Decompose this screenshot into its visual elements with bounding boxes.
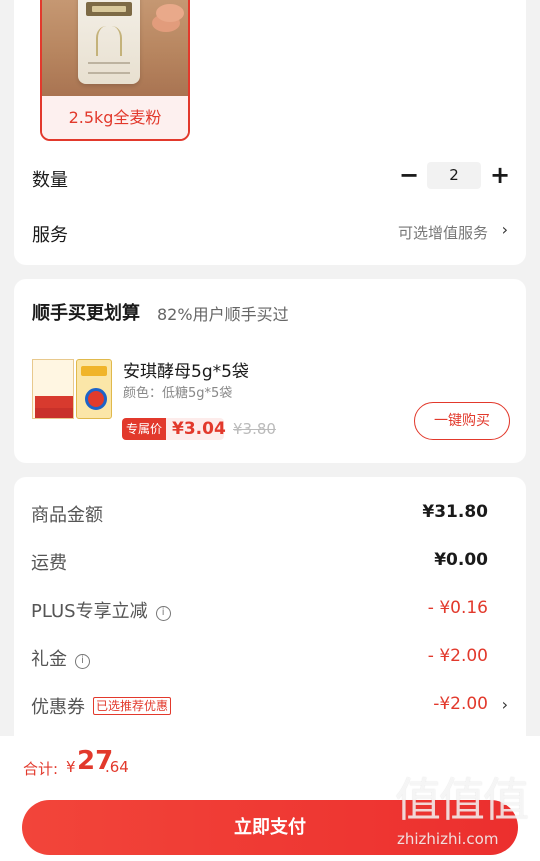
bundle-product-variant: 颜色：低糖5g*5袋	[123, 386, 233, 401]
coupon-value[interactable]: -¥2.00	[433, 694, 488, 714]
bundle-subtitle: 82%用户顺手买过	[157, 305, 289, 324]
product-option-image	[42, 0, 188, 96]
info-icon[interactable]: i	[75, 654, 90, 669]
bundle-price: ¥3.04	[172, 419, 226, 439]
bundle-price-box: ¥3.04	[166, 418, 226, 440]
total-amount-decimal: .64	[105, 758, 129, 776]
eggs-image	[156, 4, 184, 22]
service-value-link[interactable]: 可选增值服务	[398, 222, 488, 243]
info-icon[interactable]: i	[155, 606, 171, 621]
gift-money-value: - ¥2.00	[427, 646, 488, 666]
bundle-suggestion-card: 顺手买更划算 82%用户顺手买过 安琪酵母5g*5袋 颜色：低糖5g*5袋 专属…	[14, 279, 526, 463]
one-click-buy-button[interactable]: 一键购买	[414, 402, 510, 440]
plus-discount-value: - ¥0.16	[427, 598, 488, 618]
coupon-recommended-badge: 已选推荐优惠	[93, 697, 172, 715]
goods-amount-value: ¥31.80	[422, 502, 488, 522]
flour-bag-image	[78, 0, 140, 84]
quantity-input[interactable]: 2	[427, 162, 481, 189]
product-option-tile[interactable]: 2.5kg全麦粉	[40, 0, 190, 141]
goods-amount-label: 商品金额	[31, 505, 103, 526]
quantity-decrease-button[interactable]: −	[398, 160, 420, 190]
shipping-fee-value: ¥0.00	[434, 550, 488, 570]
checkout-bar: 合计: ¥ 27 .64 立即支付	[0, 736, 540, 861]
plus-discount-label: PLUS专享立减 i	[31, 597, 171, 623]
bundle-product-name[interactable]: 安琪酵母5g*5袋	[123, 357, 249, 382]
quantity-increase-button[interactable]: +	[488, 160, 512, 190]
quantity-label: 数量	[32, 170, 68, 191]
bundle-original-price: ¥3.80	[233, 420, 276, 438]
shipping-fee-label: 运费	[31, 553, 67, 574]
chevron-right-icon[interactable]: ›	[502, 220, 508, 239]
chevron-right-icon[interactable]: ›	[502, 695, 508, 714]
bundle-title: 顺手买更划算	[32, 303, 140, 324]
gift-money-label: 礼金 i	[31, 645, 90, 671]
product-options-card: 2.5kg全麦粉 数量 − 2 + 服务 可选增值服务 ›	[14, 0, 526, 265]
total-label: 合计:	[23, 760, 59, 778]
product-option-label: 2.5kg全麦粉	[42, 96, 188, 139]
total-currency: ¥	[66, 758, 76, 776]
service-label: 服务	[32, 225, 68, 246]
pay-now-button[interactable]: 立即支付	[22, 800, 518, 855]
price-summary-card: 商品金额 ¥31.80 运费 ¥0.00 PLUS专享立减 i - ¥0.16 礼…	[14, 477, 526, 757]
coupon-label[interactable]: 优惠券 已选推荐优惠	[31, 693, 172, 719]
exclusive-price-tag: 专属价	[122, 418, 166, 440]
bundle-product-image[interactable]	[30, 345, 114, 425]
